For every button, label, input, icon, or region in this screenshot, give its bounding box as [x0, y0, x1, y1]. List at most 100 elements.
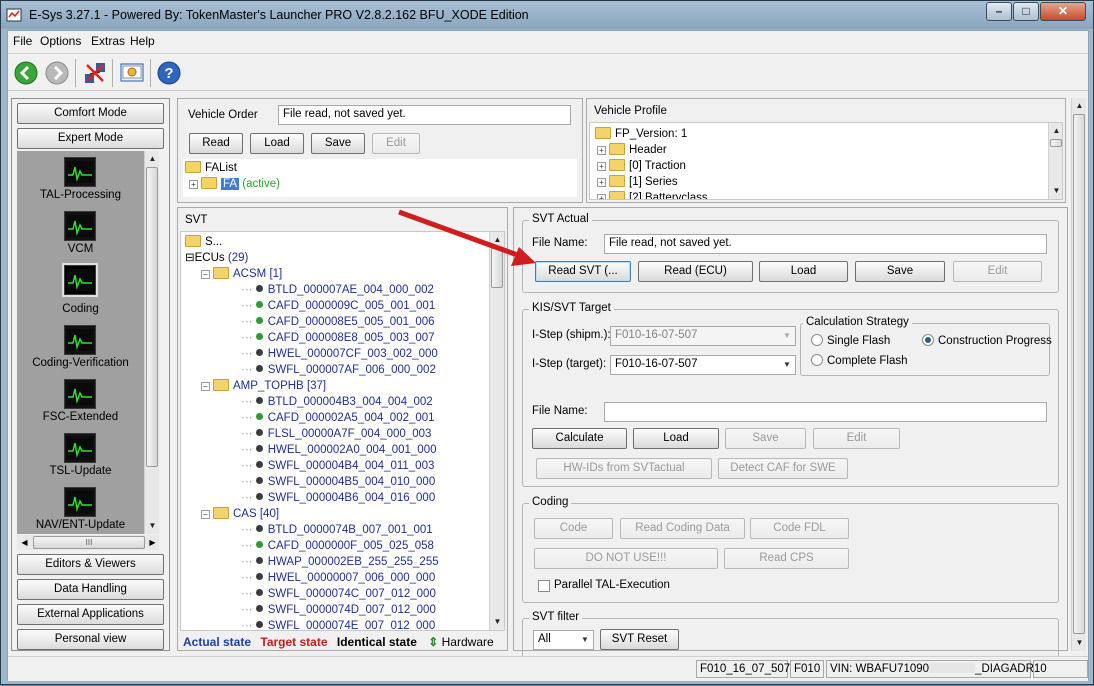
kis-load-button[interactable]: Load: [633, 428, 719, 449]
scroll-thumb[interactable]: [146, 167, 158, 467]
svt-tree-item[interactable]: ··· CAFD_000008E5_005_001_006: [241, 314, 435, 330]
parallel-tal-checkbox[interactable]: [538, 580, 550, 592]
tree-node-series[interactable]: + [1] Series: [597, 174, 678, 190]
vehicle-order-read-button[interactable]: Read: [189, 133, 243, 154]
vehicle-order-save-button[interactable]: Save: [311, 133, 365, 154]
svt-tree-item[interactable]: ··· SWFL_000004B6_004_016_000: [241, 490, 435, 506]
svt-tree-item[interactable]: ··· BTLD_0000074B_007_001_001: [241, 522, 433, 538]
kis-save-button[interactable]: Save: [725, 428, 806, 449]
collapse-icon[interactable]: −: [201, 510, 210, 519]
vehicle-order-edit-button[interactable]: Edit: [372, 133, 420, 154]
code-fdl-button[interactable]: Code FDL: [750, 518, 849, 539]
scroll-up-icon[interactable]: ▲: [490, 232, 504, 247]
scroll-thumb[interactable]: [491, 248, 503, 288]
svt-tree-item[interactable]: ··· HWEL_000007CF_003_002_000: [241, 346, 438, 362]
help-icon[interactable]: ?: [156, 60, 182, 86]
main-vertical-scrollbar[interactable]: ▲ ▼: [1071, 98, 1086, 651]
tree-node-ecu-group[interactable]: − CAS [40]: [201, 506, 279, 522]
complete-flash-radio[interactable]: Complete Flash: [811, 354, 908, 367]
tree-node-ecus[interactable]: ⊟ECUs (29): [185, 250, 248, 266]
nav-horizontal-scrollbar[interactable]: ◀ III ▶: [17, 535, 159, 550]
svt-reset-button[interactable]: SVT Reset: [600, 629, 679, 650]
construction-progress-radio[interactable]: Construction Progress: [922, 334, 1052, 347]
svt-actual-file-name-field[interactable]: File read, not saved yet.: [604, 234, 1047, 254]
menu-help[interactable]: Help: [130, 34, 155, 48]
svt-tree-item[interactable]: ··· CAFD_0000000F_005_025_058: [241, 538, 434, 554]
scroll-down-icon[interactable]: ▼: [1049, 183, 1062, 198]
svt-tree-item[interactable]: ··· HWEL_00000007_006_000_000: [241, 570, 435, 586]
read-ecu-button[interactable]: Read (ECU): [638, 261, 753, 282]
svt-filter-select[interactable]: All ▼: [533, 630, 594, 650]
svt-tree-item[interactable]: ··· SWFL_000007AF_006_000_002: [241, 362, 436, 378]
svt-tree-item[interactable]: ··· SWFL_000004B4_004_011_003: [241, 458, 434, 474]
svt-tree-item[interactable]: ··· SWFL_000004B5_004_010_000: [241, 474, 435, 490]
tree-node-header[interactable]: + Header: [597, 142, 667, 158]
code-button[interactable]: Code: [534, 518, 613, 539]
svt-actual-load-button[interactable]: Load: [759, 261, 848, 282]
nav-item-vcm[interactable]: VCM: [17, 209, 144, 263]
istep-shipm-select[interactable]: F010-16-07-507 ▼: [610, 326, 796, 346]
editors-viewers-button[interactable]: Editors & Viewers: [17, 554, 164, 575]
detect-caf-button[interactable]: Detect CAF for SWE: [718, 458, 848, 479]
tree-node-ecu-group[interactable]: − AMP_TOPHB [37]: [201, 378, 326, 394]
scroll-thumb[interactable]: [1050, 139, 1062, 147]
tree-node-falist[interactable]: FAList: [185, 160, 237, 176]
hw-ids-from-svtactual-button[interactable]: HW-IDs from SVTactual: [536, 458, 712, 479]
kis-file-name-field[interactable]: [604, 402, 1047, 422]
do-not-use-button[interactable]: DO NOT USE!!!: [534, 548, 718, 569]
svt-tree-item[interactable]: ··· HWAP_000002EB_255_255_255: [241, 554, 439, 570]
forward-icon[interactable]: [44, 60, 70, 86]
tree-node-batteryclass[interactable]: + [2] Batteryclass: [597, 190, 708, 199]
single-flash-radio[interactable]: Single Flash: [811, 334, 890, 347]
expand-icon[interactable]: +: [597, 178, 606, 187]
scroll-down-icon[interactable]: ▼: [490, 614, 504, 629]
tree-node-fa[interactable]: + FA (active): [189, 176, 280, 192]
istep-target-select[interactable]: F010-16-07-507 ▼: [610, 355, 796, 375]
svt-tree-item[interactable]: ··· CAFD_000002A5_004_002_001: [241, 410, 435, 426]
expand-icon[interactable]: +: [189, 180, 198, 189]
svt-tree-item[interactable]: ··· SWFL_0000074D_007_012_000: [241, 602, 436, 618]
scroll-up-icon[interactable]: ▲: [1049, 123, 1062, 138]
nav-item-tsl-update[interactable]: TSL-Update: [17, 431, 144, 485]
expand-icon[interactable]: +: [597, 162, 606, 171]
svt-tree-item[interactable]: ··· SWFL_0000074E_007_012_000: [241, 618, 435, 630]
connect-icon[interactable]: [82, 60, 108, 86]
nav-vertical-scrollbar[interactable]: ▲ ▼: [144, 151, 159, 534]
scroll-thumb[interactable]: III: [33, 536, 145, 549]
vehicle-order-file-field[interactable]: File read, not saved yet.: [278, 105, 571, 125]
nav-item-nav-ent-update[interactable]: NAV/ENT-Update: [17, 485, 144, 534]
read-svt-button[interactable]: Read SVT (...: [535, 261, 631, 282]
back-icon[interactable]: [13, 60, 39, 86]
close-button[interactable]: ✕: [1040, 2, 1086, 21]
personal-view-button[interactable]: Personal view: [17, 629, 164, 650]
external-applications-button[interactable]: External Applications: [17, 604, 164, 625]
expert-mode-button[interactable]: Expert Mode: [17, 128, 164, 149]
kis-edit-button[interactable]: Edit: [813, 428, 900, 449]
tree-node-ecu-group[interactable]: − ACSM [1]: [201, 266, 282, 282]
menu-extras[interactable]: Extras: [91, 34, 125, 48]
minimize-button[interactable]: –: [986, 2, 1012, 21]
data-handling-button[interactable]: Data Handling: [17, 579, 164, 600]
svt-tree-item[interactable]: ··· CAFD_000008E8_005_003_007: [241, 330, 435, 346]
expand-icon[interactable]: +: [597, 146, 606, 155]
svt-vertical-scrollbar[interactable]: ▲ ▼: [489, 232, 504, 630]
expand-icon[interactable]: +: [597, 194, 606, 199]
svt-tree-item[interactable]: ··· HWEL_000002A0_004_001_000: [241, 442, 437, 458]
comfort-mode-button[interactable]: Comfort Mode: [17, 103, 164, 124]
menu-file[interactable]: File: [13, 34, 32, 48]
tree-node-fp-version[interactable]: FP_Version: 1: [595, 126, 687, 142]
settings-icon[interactable]: [119, 60, 145, 86]
svt-tree-item[interactable]: ··· BTLD_000004B3_004_004_002: [241, 394, 433, 410]
profile-vertical-scrollbar[interactable]: ▲ ▼: [1048, 123, 1062, 199]
scroll-down-icon[interactable]: ▼: [1072, 635, 1087, 650]
nav-item-coding-verification[interactable]: Coding-Verification: [17, 323, 144, 377]
calculate-button[interactable]: Calculate: [532, 428, 627, 449]
scroll-thumb[interactable]: [1073, 114, 1085, 634]
vehicle-order-load-button[interactable]: Load: [250, 133, 304, 154]
svt-tree-item[interactable]: ··· SWFL_0000074C_007_012_000: [241, 586, 436, 602]
nav-item-coding[interactable]: Coding: [17, 263, 144, 317]
tree-node-svt-root[interactable]: S...: [185, 234, 222, 250]
maximize-button[interactable]: □: [1013, 2, 1039, 21]
nav-item-fsc-extended[interactable]: FSC-Extended: [17, 377, 144, 431]
read-cps-button[interactable]: Read CPS: [724, 548, 849, 569]
